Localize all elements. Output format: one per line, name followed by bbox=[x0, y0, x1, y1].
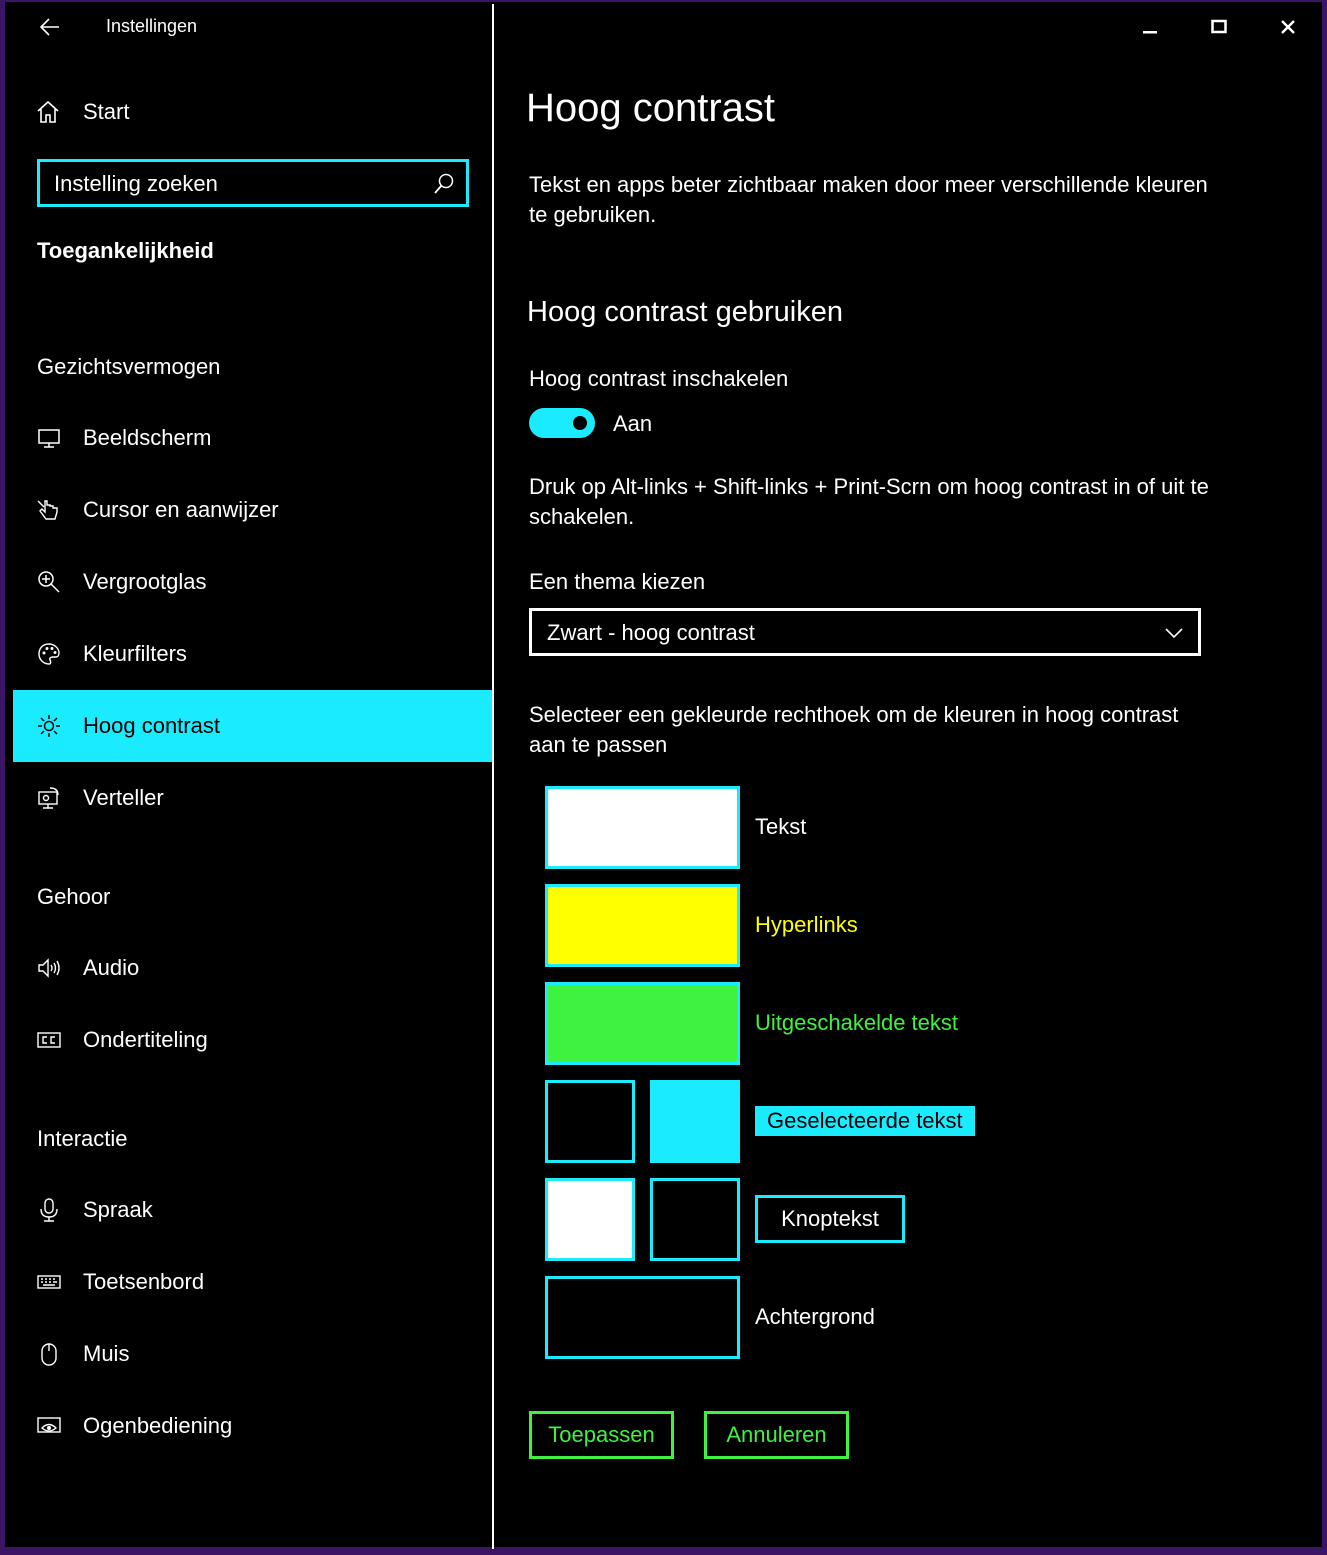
toggle-label: Hoog contrast inschakelen bbox=[529, 366, 789, 391]
sidebar-item-audio[interactable]: Audio bbox=[13, 932, 493, 1004]
button-text-label: Knoptekst bbox=[755, 1195, 905, 1243]
text-color-label: Tekst bbox=[755, 814, 807, 839]
sidebar-item-verteller[interactable]: Verteller bbox=[13, 762, 493, 834]
sidebar-item-muis[interactable]: Muis bbox=[13, 1318, 493, 1390]
cancel-button[interactable]: Annuleren bbox=[704, 1411, 849, 1459]
sidebar-item-cursor[interactable]: Cursor en aanwijzer bbox=[13, 474, 493, 546]
narrator-icon bbox=[35, 784, 63, 812]
group-heading-hearing: Gehoor bbox=[37, 884, 111, 909]
sidebar-item-toetsenbord[interactable]: Toetsenbord bbox=[13, 1246, 493, 1318]
background-color-swatch[interactable] bbox=[545, 1276, 740, 1359]
closed-caption-icon bbox=[35, 1026, 63, 1054]
sidebar-item-label: Cursor en aanwijzer bbox=[83, 497, 279, 522]
search-input[interactable] bbox=[54, 170, 414, 198]
pane-divider bbox=[492, 4, 494, 1549]
swatch-hint: Selecteer een gekleurde rechthoek om de … bbox=[529, 702, 1179, 757]
group-heading-interaction: Interactie bbox=[37, 1126, 128, 1151]
sidebar-item-kleurfilters[interactable]: Kleurfilters bbox=[13, 618, 493, 690]
page-title: Hoog contrast bbox=[526, 86, 776, 130]
search-icon[interactable] bbox=[432, 172, 456, 196]
cursor-hand-icon bbox=[35, 496, 63, 524]
palette-icon bbox=[35, 640, 63, 668]
close-icon bbox=[1281, 20, 1295, 34]
disabled-text-color-label: Uitgeschakelde tekst bbox=[755, 1010, 958, 1035]
section-heading: Hoog contrast gebruiken bbox=[527, 296, 843, 328]
theme-select[interactable]: Zwart - hoog contrast bbox=[529, 608, 1201, 656]
sidebar-item-ondertiteling[interactable]: Ondertiteling bbox=[13, 1004, 493, 1076]
sidebar-item-spraak[interactable]: Spraak bbox=[13, 1174, 493, 1246]
sidebar-item-ogenbediening[interactable]: Ogenbediening bbox=[13, 1390, 493, 1462]
toggle-knob bbox=[573, 416, 587, 430]
sidebar-item-label: Toetsenbord bbox=[83, 1269, 205, 1294]
selected-text-label: Geselecteerde tekst bbox=[755, 1106, 975, 1136]
home-icon bbox=[37, 100, 59, 123]
sidebar-item-label: Hoog contrast bbox=[83, 713, 220, 738]
keyboard-icon bbox=[35, 1268, 63, 1296]
sidebar-item-label: Kleurfilters bbox=[83, 641, 187, 666]
group-heading-vision: Gezichtsvermogen bbox=[37, 354, 221, 379]
minimize-icon bbox=[1143, 31, 1157, 34]
toggle-state-text: Aan bbox=[613, 411, 653, 436]
sidebar-item-label: Spraak bbox=[83, 1197, 153, 1222]
sidebar-item-hoog-contrast[interactable]: Hoog contrast bbox=[13, 690, 493, 762]
sidebar-item-label: Beeldscherm bbox=[83, 425, 212, 450]
sidebar-start-label: Start bbox=[83, 99, 130, 124]
apply-button[interactable]: Toepassen bbox=[529, 1411, 674, 1459]
high-contrast-toggle[interactable] bbox=[529, 408, 595, 438]
hyperlink-color-swatch[interactable] bbox=[545, 884, 740, 967]
monitor-icon bbox=[35, 424, 63, 452]
eye-control-icon bbox=[35, 1412, 63, 1440]
sidebar-item-label: Muis bbox=[83, 1341, 130, 1366]
page-description: Tekst en apps beter zichtbaar maken door… bbox=[529, 172, 1208, 227]
back-arrow-icon[interactable] bbox=[39, 14, 61, 40]
mouse-icon bbox=[35, 1340, 63, 1368]
disabled-text-color-swatch[interactable] bbox=[545, 982, 740, 1065]
button-text-color-swatch[interactable] bbox=[545, 1178, 635, 1261]
sidebar-item-label: Ondertiteling bbox=[83, 1027, 208, 1052]
sidebar-item-vergrootglas[interactable]: Vergrootglas bbox=[13, 546, 493, 618]
close-button[interactable] bbox=[1270, 12, 1306, 42]
sidebar-item-label: Ogenbediening bbox=[83, 1413, 233, 1438]
sidebar-item-label: Vergrootglas bbox=[83, 569, 207, 594]
background-color-label: Achtergrond bbox=[755, 1304, 875, 1329]
sidebar-start-link[interactable]: Start bbox=[35, 94, 129, 130]
speaker-icon bbox=[35, 954, 63, 982]
brightness-icon bbox=[35, 712, 63, 740]
button-background-color-swatch[interactable] bbox=[650, 1178, 740, 1261]
search-box[interactable] bbox=[37, 159, 469, 207]
theme-select-value: Zwart - hoog contrast bbox=[547, 620, 755, 645]
hyperlink-color-label: Hyperlinks bbox=[755, 912, 858, 937]
theme-label: Een thema kiezen bbox=[529, 569, 706, 594]
maximize-icon bbox=[1211, 19, 1227, 34]
sidebar-item-label: Verteller bbox=[83, 785, 164, 810]
microphone-icon bbox=[35, 1196, 63, 1224]
app-title: Instellingen bbox=[106, 16, 198, 36]
sidebar-item-label: Audio bbox=[83, 955, 140, 980]
selected-text-color-swatch[interactable] bbox=[545, 1080, 635, 1163]
sidebar-category-title: Toegankelijkheid bbox=[37, 238, 214, 263]
sidebar-item-beeldscherm[interactable]: Beeldscherm bbox=[13, 402, 493, 474]
text-color-swatch[interactable] bbox=[545, 786, 740, 869]
settings-window: Instellingen Start Toegankelijkheid Gezi… bbox=[0, 0, 1327, 1555]
chevron-down-icon bbox=[1165, 628, 1183, 639]
magnifier-icon bbox=[35, 568, 63, 596]
maximize-button[interactable] bbox=[1201, 12, 1237, 42]
shortcut-hint: Druk op Alt-links + Shift-links + Print-… bbox=[529, 474, 1209, 529]
selected-background-color-swatch[interactable] bbox=[650, 1080, 740, 1163]
minimize-button[interactable] bbox=[1132, 12, 1168, 42]
